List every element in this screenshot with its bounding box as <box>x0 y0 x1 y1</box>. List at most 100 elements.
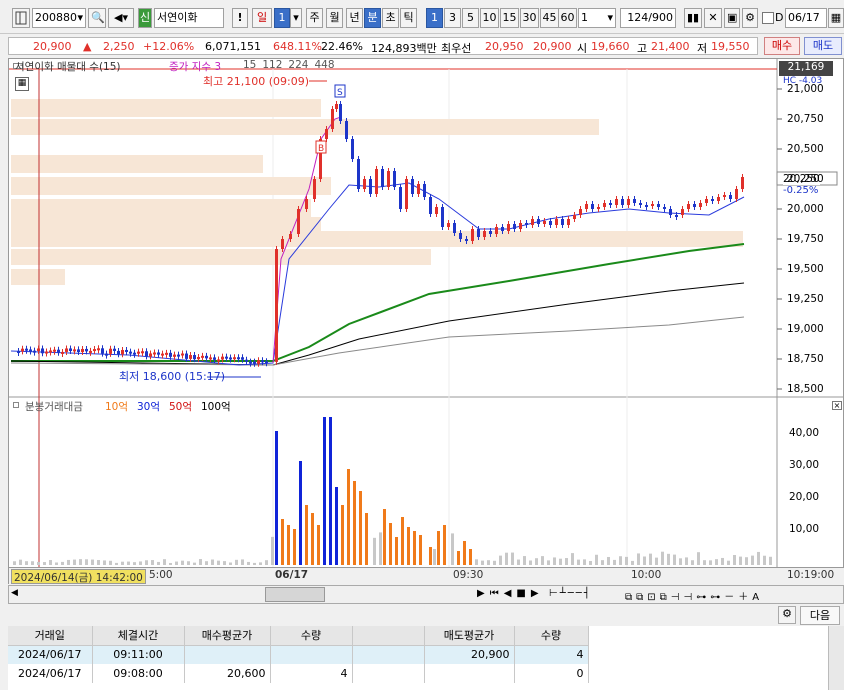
zoom-slider[interactable]: ⊢┴──┤ <box>549 588 592 599</box>
candle-body <box>105 353 108 356</box>
table-row[interactable]: 2024/06/17 09:11:00 20,900 4 <box>8 645 589 664</box>
candle-body <box>459 233 462 239</box>
candle-body <box>29 349 32 352</box>
period-button[interactable]: 초 <box>382 8 399 28</box>
table-cell: 2024/06/17 <box>8 664 93 683</box>
volume-bar <box>127 561 130 565</box>
volume-bar <box>329 417 332 565</box>
interval-button[interactable]: 30 <box>520 8 539 28</box>
day-count[interactable]: 1 <box>274 8 290 28</box>
volume-bar <box>211 559 214 565</box>
candle-body <box>681 209 684 215</box>
candle-body <box>109 348 112 354</box>
interval-button[interactable]: 5 <box>462 8 479 28</box>
candle-body <box>201 355 204 358</box>
scroll-thumb[interactable] <box>265 587 325 602</box>
volume-bar <box>769 556 772 565</box>
candle-icon[interactable]: ▮▮ <box>684 8 702 28</box>
candle-body <box>335 104 338 109</box>
column-header[interactable]: 매도평균가 <box>424 626 515 646</box>
d-checkbox[interactable] <box>762 12 774 24</box>
interval-button[interactable]: 3 <box>444 8 461 28</box>
gear-icon[interactable]: ⚙ <box>742 8 758 28</box>
period-button[interactable]: 주 <box>306 8 323 28</box>
period-day-button[interactable]: 일 <box>252 8 272 28</box>
stock-code-input[interactable]: 200880 ▾ <box>32 8 86 28</box>
stock-name[interactable]: 서연이화 <box>154 8 224 28</box>
volume-bar <box>389 523 392 565</box>
date-field[interactable]: 06/17 <box>785 8 827 28</box>
period-button[interactable]: 분 <box>364 8 381 28</box>
search-icon[interactable]: 🔍 <box>88 8 106 28</box>
candle-body <box>399 187 402 209</box>
grid-toggle-icon[interactable]: ▦ <box>15 77 29 91</box>
close-panel-icon[interactable]: × <box>832 401 842 410</box>
volume-bar <box>451 533 454 565</box>
chevron-down-icon[interactable]: ▾ <box>77 9 83 27</box>
interval-button[interactable]: 60 <box>558 8 577 28</box>
candle-body <box>729 195 732 199</box>
chart-area[interactable]: BS 서연이화 매물대 수(15) 증가 지수 3 15 112 224 448 ▦ … <box>8 58 844 585</box>
volume-bar <box>275 431 278 565</box>
candle-body <box>325 129 328 139</box>
interval-custom[interactable]: 1 ▾ <box>578 8 616 28</box>
candle-body <box>157 352 160 355</box>
column-header[interactable]: 체결시간 <box>92 626 185 646</box>
period-button[interactable]: 틱 <box>400 8 417 28</box>
volume-bar <box>85 559 88 565</box>
interval-button[interactable]: 10 <box>480 8 499 28</box>
alert-button[interactable]: ! <box>232 8 248 28</box>
column-header[interactable] <box>352 626 425 646</box>
column-header[interactable]: 거래일 <box>8 626 93 646</box>
candle-body <box>669 209 672 215</box>
period-button[interactable]: 월 <box>326 8 343 28</box>
time-label: 10:00 <box>631 569 662 581</box>
volume-bar <box>571 553 574 565</box>
volume-bar <box>91 559 94 565</box>
candle-body <box>495 227 498 234</box>
candle-body <box>561 219 564 225</box>
next-button[interactable]: 다음 <box>800 606 840 625</box>
crosshair-icon[interactable]: ✕ <box>704 8 722 28</box>
chevron-down-icon[interactable]: ▾ <box>607 9 613 27</box>
panel-minimize-icon[interactable] <box>13 402 19 408</box>
volume-legend-item: 10억 <box>105 401 129 413</box>
volume-bar <box>469 549 472 565</box>
buy-button[interactable]: 매수 <box>764 37 800 55</box>
volume-bar <box>457 551 460 565</box>
candle-body <box>65 348 68 352</box>
sell-button[interactable]: 매도 <box>804 37 842 55</box>
period-button[interactable]: 년 <box>346 8 363 28</box>
chevron-down-icon[interactable]: ▾ <box>290 8 302 28</box>
candle-body <box>85 348 88 352</box>
candle-body <box>153 352 156 355</box>
volume-bar <box>685 557 688 565</box>
gear-icon[interactable]: ⚙ <box>778 606 796 624</box>
count-field[interactable]: 124/900 <box>620 8 676 28</box>
column-header[interactable]: 수량 <box>270 626 353 646</box>
scrollbar[interactable] <box>828 626 844 690</box>
interval-button[interactable]: 1 <box>426 8 443 28</box>
table-row[interactable]: 2024/06/17 09:08:00 20,600 4 0 <box>8 664 589 683</box>
interval-button[interactable]: 15 <box>500 8 519 28</box>
turnover-pct: 648.11% <box>273 40 322 53</box>
candle-body <box>387 171 390 187</box>
candle-body <box>615 199 618 205</box>
layout-icon[interactable] <box>12 8 30 28</box>
interval-button[interactable]: 45 <box>540 8 559 28</box>
drawing-tools[interactable]: ⧉⧉⊡⧉⊣⊣⊶⊶－＋A <box>625 588 763 603</box>
playback-controls[interactable]: ▶⏮◀■▶ <box>477 588 544 599</box>
column-header[interactable]: 수량 <box>514 626 589 646</box>
candle-body <box>93 349 96 352</box>
volume-bar <box>103 560 106 565</box>
volume-panel-title: 분봉거래대금 <box>25 401 83 413</box>
scroll-left-icon[interactable]: ◀ <box>11 588 23 601</box>
volume-bar <box>305 505 308 565</box>
volume-bar <box>223 561 226 565</box>
d-checkbox-label: D <box>775 11 784 24</box>
speaker-icon[interactable]: ◀▾ <box>108 8 134 28</box>
calendar-icon[interactable]: ▦ <box>828 8 844 28</box>
volume-bar <box>625 556 628 565</box>
save-icon[interactable]: ▣ <box>724 8 740 28</box>
column-header[interactable]: 매수평균가 <box>184 626 271 646</box>
